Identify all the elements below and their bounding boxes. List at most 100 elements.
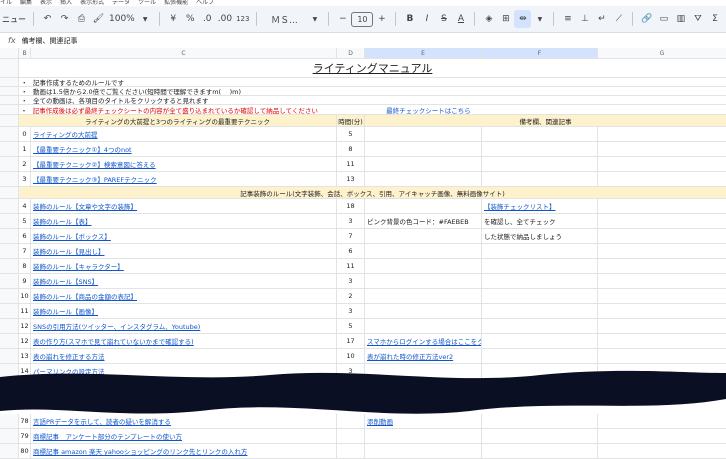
empty-cell[interactable]: [598, 142, 726, 157]
column-header-e[interactable]: E: [365, 48, 482, 59]
item-note-e[interactable]: [365, 429, 482, 444]
item-note-f[interactable]: [482, 304, 598, 319]
item-time[interactable]: 2: [337, 289, 365, 304]
item-title[interactable]: 装飾のルール【見出し】: [31, 244, 337, 259]
row-number[interactable]: 79: [19, 429, 31, 444]
row-number[interactable]: 12: [19, 319, 31, 334]
item-time[interactable]: 11: [337, 259, 365, 274]
item-note-f[interactable]: [482, 429, 598, 444]
corner-cell[interactable]: [0, 48, 19, 59]
row-header[interactable]: [0, 172, 19, 187]
intro-text[interactable]: 動画は1.5倍から2.0倍でご覧ください(短時間で理解できますm(_ _)m): [31, 87, 726, 96]
item-note-e[interactable]: [365, 172, 482, 187]
column-header-d[interactable]: D: [337, 48, 365, 59]
item-note-f[interactable]: [482, 157, 598, 172]
item-title-text[interactable]: 装飾のルール【キャラクター】: [33, 261, 124, 271]
item-time[interactable]: 6: [337, 244, 365, 259]
functions-icon[interactable]: Σ: [706, 10, 723, 28]
item-note-e[interactable]: [365, 289, 482, 304]
empty-cell[interactable]: [486, 105, 726, 115]
item-title[interactable]: 表の作り方(スマホで見て崩れていないかまで確認する): [31, 334, 337, 349]
item-note-f[interactable]: [482, 289, 598, 304]
row-number[interactable]: 11: [19, 304, 31, 319]
row-header[interactable]: [0, 142, 19, 157]
empty-cell[interactable]: [598, 444, 726, 459]
item-title-text[interactable]: ライティングの大前提: [33, 129, 97, 139]
empty-cell[interactable]: [598, 319, 726, 334]
item-time[interactable]: 7: [337, 229, 365, 244]
item-title[interactable]: 装飾のルール【キャラクター】: [31, 259, 337, 274]
item-time[interactable]: 18: [337, 199, 365, 214]
row-number[interactable]: 4: [19, 199, 31, 214]
fill-color-icon[interactable]: ◈: [480, 10, 497, 28]
item-time[interactable]: 17: [337, 334, 365, 349]
row-number[interactable]: 6: [19, 229, 31, 244]
item-title-text[interactable]: 【最重要テクニック①】4つのnot: [33, 144, 132, 154]
empty-cell[interactable]: [598, 172, 726, 187]
row-header[interactable]: [0, 319, 19, 334]
font-size-decrease-button[interactable]: −: [334, 10, 351, 28]
row-header[interactable]: [0, 429, 19, 444]
row-header[interactable]: [0, 444, 19, 459]
item-title-text[interactable]: 装飾のルール【画像】: [33, 306, 98, 316]
row-header[interactable]: [0, 127, 19, 142]
item-title[interactable]: 商標記事 amazon 楽天 yahooショッピングのリンク先とリンクの入れ方: [31, 444, 337, 459]
item-title-text[interactable]: 商標記事 amazon 楽天 yahooショッピングのリンク先とリンクの入れ方: [33, 446, 247, 456]
percent-button[interactable]: %: [182, 10, 199, 28]
font-select[interactable]: ＭＳ...: [262, 10, 306, 28]
row-number[interactable]: 12: [19, 334, 31, 349]
row-header[interactable]: [0, 96, 19, 105]
empty-cell[interactable]: [598, 349, 726, 364]
wrap-icon[interactable]: ↵: [593, 10, 610, 28]
item-title[interactable]: 装飾のルール【SNS】: [31, 274, 337, 289]
item-note-f[interactable]: [482, 259, 598, 274]
item-note-f[interactable]: [482, 244, 598, 259]
column-header-f[interactable]: F: [482, 48, 598, 59]
row-header[interactable]: [0, 87, 19, 96]
empty-cell[interactable]: [598, 199, 726, 214]
item-note-e[interactable]: [365, 142, 482, 157]
item-time[interactable]: 3: [337, 214, 365, 229]
formula-input[interactable]: 備考欄、関連記事: [22, 36, 78, 46]
empty-cell[interactable]: [598, 127, 726, 142]
item-title-text[interactable]: 装飾のルール【見出し】: [33, 246, 105, 256]
item-note-f[interactable]: 【装飾チェックリスト】: [482, 199, 598, 214]
item-note-f[interactable]: [482, 142, 598, 157]
page-title[interactable]: ライティングマニュアル: [19, 59, 726, 78]
empty-cell[interactable]: [598, 244, 726, 259]
item-time[interactable]: 3: [337, 304, 365, 319]
decrease-decimal-button[interactable]: .0: [199, 10, 216, 28]
item-title[interactable]: 装飾のルール【ボックス】: [31, 229, 337, 244]
item-note-f[interactable]: を確認し、全てチェック: [482, 214, 598, 229]
item-time[interactable]: 13: [337, 172, 365, 187]
item-title-text[interactable]: 装飾のルール【SNS】: [33, 276, 98, 286]
item-title-text[interactable]: 装飾のルール【ボックス】: [33, 231, 111, 241]
menu-label[interactable]: ニュー: [0, 10, 28, 28]
row-header[interactable]: [0, 59, 19, 78]
item-title[interactable]: 言語PRデータを示して、読者の疑いを解消する: [31, 414, 337, 429]
notes-header[interactable]: 備考欄、関連記事: [365, 115, 726, 127]
column-header-g[interactable]: G: [598, 48, 726, 59]
valign-icon[interactable]: ⊥: [576, 10, 593, 28]
borders-icon[interactable]: ⊞: [497, 10, 514, 28]
print-icon[interactable]: ⎙: [73, 10, 90, 28]
item-time[interactable]: [337, 414, 365, 429]
row-header[interactable]: [0, 349, 19, 364]
item-title[interactable]: 装飾のルール【文章や文字の装飾】: [31, 199, 337, 214]
item-note-f[interactable]: [482, 444, 598, 459]
column-header-b[interactable]: B: [19, 48, 31, 59]
item-title[interactable]: ライティングの大前提: [31, 127, 337, 142]
item-title[interactable]: 表の崩れを修正する方法: [31, 349, 337, 364]
item-note-f[interactable]: [482, 414, 598, 429]
row-number[interactable]: 9: [19, 274, 31, 289]
item-time[interactable]: 5: [337, 127, 365, 142]
row-number[interactable]: 7: [19, 244, 31, 259]
item-note-e[interactable]: [365, 274, 482, 289]
item-note-e[interactable]: [365, 319, 482, 334]
row-number[interactable]: 13: [19, 349, 31, 364]
row-header[interactable]: [0, 414, 19, 429]
currency-button[interactable]: ¥: [165, 10, 182, 28]
final-check-link[interactable]: 最終チェックシートはこちら: [370, 105, 487, 115]
item-time[interactable]: 5: [337, 319, 365, 334]
section-header[interactable]: 記事装飾のルール(文字装飾、会話、ボックス、引用、アイキャッチ画像、無料画像サイ…: [19, 187, 726, 199]
